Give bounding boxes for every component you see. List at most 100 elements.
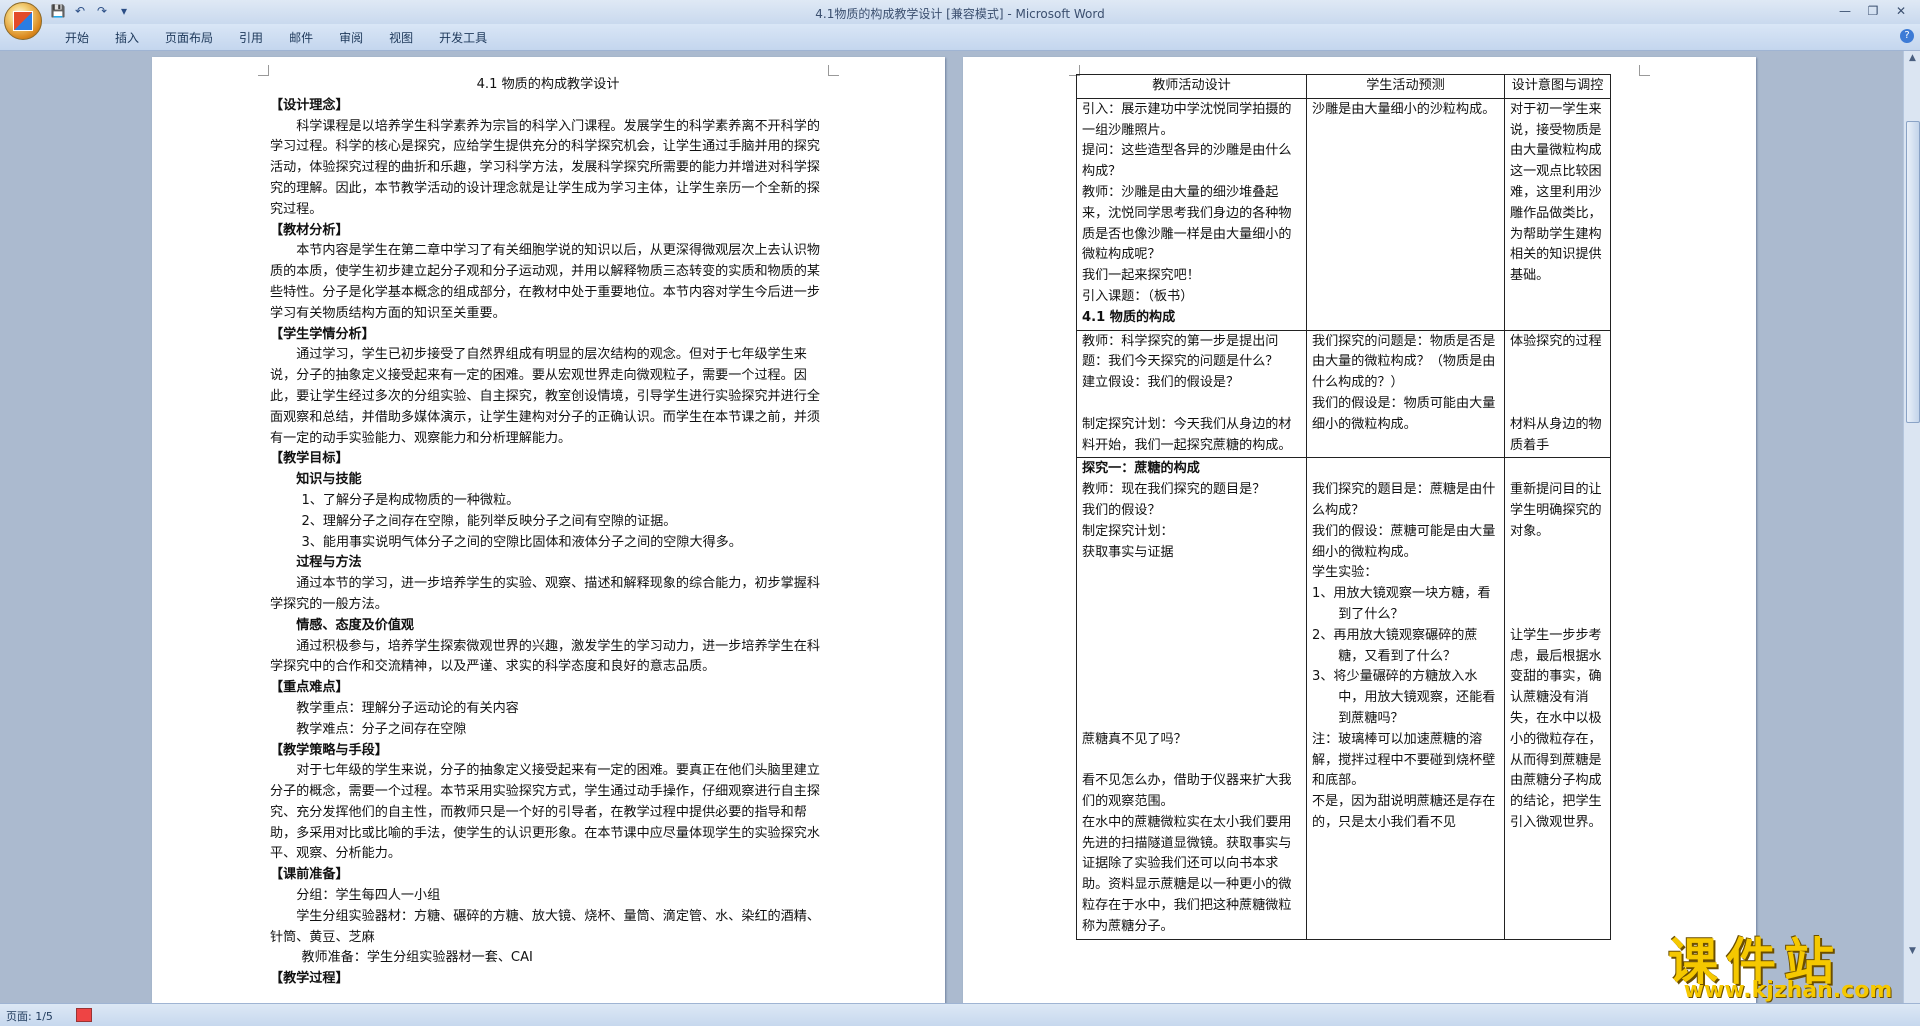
student-cell: 我们探究的题目是：蔗糖是由什么构成？ 我们的假设：蔗糖可能是由大量细小的微粒构成。… (1306, 457, 1505, 940)
cell-line: 我们的假设？ (1082, 502, 1161, 518)
page-1[interactable]: 4.1 物质的构成教学设计 【设计理念】 科学课程是以培养学生科学素养为宗旨的科学… (152, 57, 945, 1003)
cell-line: 蔗糖真不见了吗？ (1082, 731, 1187, 747)
proofing-icon[interactable] (76, 1008, 92, 1022)
cell-line: 我们探究的题目是：蔗糖是由什么构成？ (1312, 482, 1496, 518)
section-heading: 【课前准备】 (270, 867, 349, 883)
restore-icon[interactable]: ❐ (1860, 2, 1886, 20)
cell-line: 注：玻璃棒可以加速蔗糖的溶解，搅拌过程中不要碰到烧杯壁和底部。 (1312, 731, 1496, 789)
window-controls: — ❐ ✕ (1832, 2, 1914, 20)
cell-line (1082, 605, 1301, 626)
vertical-scrollbar[interactable]: ▲ ▼ (1903, 51, 1920, 1003)
lesson-plan-table: 教师活动设计 学生活动预测 设计意图与调控 引入：展示建功中学沈悦同学拍摄的一组… (1076, 74, 1611, 940)
margin-mark-tl (258, 65, 269, 76)
cell-line (1082, 709, 1301, 730)
column-header: 设计意图与调控 (1504, 74, 1611, 99)
ribbon-tab[interactable]: 开发工具 (426, 29, 500, 47)
ribbon-tab[interactable]: 插入 (102, 29, 152, 47)
office-logo-icon (13, 11, 33, 31)
ribbon-tab[interactable]: 页面布局 (152, 29, 226, 47)
cell-line: 提问：这些造型各异的沙雕是由什么构成？ (1082, 143, 1292, 180)
page-1-body: 4.1 物质的构成教学设计 【设计理念】 科学课程是以培养学生科学素养为宗旨的科学… (270, 75, 826, 990)
cell-line: 重新提问目的让学生明确探究的对象。 (1510, 482, 1602, 539)
paragraph: 教学难点：分子之间存在空隙 (296, 721, 467, 737)
cell-line: 制定探究计划：今天我们从身边的材料开始，我们一起探究蔗糖的构成。 (1082, 416, 1292, 453)
cell-line (1510, 605, 1605, 626)
ribbon-tab-list: 开始 插入 页面布局 引用 邮件 审阅 视图 开发工具 (52, 29, 500, 47)
window-title: 4.1物质的构成教学设计 [兼容模式] - Microsoft Word (815, 7, 1105, 21)
paragraph: 对于七年级的学生来说，分子的抽象定义接受起来有一定的困难。要真正在他们头脑里建立… (270, 763, 820, 862)
cell-line: 建立假设：我们的假设是？ (1082, 375, 1240, 391)
cell-line (1082, 688, 1301, 709)
cell-line: 体验探究的过程 (1510, 333, 1602, 349)
close-icon[interactable]: ✕ (1888, 2, 1914, 20)
ribbon-tab[interactable]: 审阅 (326, 29, 376, 47)
scroll-thumb[interactable] (1906, 121, 1920, 423)
paragraph: 2、理解分子之间存在空隙，能列举反映分子之间有空隙的证据。 (301, 513, 677, 529)
cell-line: 我们的假设：蔗糖可能是由大量细小的微粒构成。 (1312, 523, 1496, 560)
cell-line (1082, 394, 1301, 415)
teacher-cell: 引入：展示建功中学沈悦同学拍摄的一组沙雕照片。 提问：这些造型各异的沙雕是由什么构… (1076, 97, 1307, 331)
cell-line: 我们一起来探究吧！ (1082, 268, 1200, 284)
document-area[interactable]: 4.1 物质的构成教学设计 【设计理念】 科学课程是以培养学生科学素养为宗旨的科学… (0, 51, 1903, 1003)
page-indicator[interactable]: 页面: 1/5 (6, 1008, 53, 1024)
cell-line: 探究一：蔗糖的构成 (1082, 461, 1200, 477)
cell-line: 引入课题：（板书） (1082, 288, 1194, 304)
page-1-paragraphs: 【设计理念】 科学课程是以培养学生科学素养为宗旨的科学入门课程。发展学生的科学素养… (270, 96, 826, 990)
minimize-icon[interactable]: — (1832, 2, 1858, 20)
scroll-up-icon[interactable]: ▲ (1907, 53, 1918, 64)
margin-mark-tr (1639, 65, 1650, 76)
paragraph: 知识与技能 (296, 472, 362, 488)
teacher-cell: 探究一：蔗糖的构成教师：现在我们探究的题目是？ 我们的假设？ 制定探究计划： 获取事实… (1076, 457, 1307, 940)
cell-line: 1、用放大镜观察一块方糖，看到了什么？ (1312, 586, 1491, 622)
cell-line: 让学生一步步考虑，最后根据水变甜的事实，确认蔗糖没有消失，在水中以极小的微粒存在… (1510, 627, 1602, 830)
ribbon-tab[interactable]: 视图 (376, 29, 426, 47)
cell-line: 学生实验： (1312, 565, 1378, 581)
paragraph: 教师准备：学生分组实验器材一套、CAI (301, 950, 533, 966)
table-row: 教师：科学探究的第一步是提出问题：我们今天探究的问题是什么？ 建立假设：我们的假设… (1076, 329, 1611, 459)
column-header: 教师活动设计 (1076, 74, 1307, 99)
column-header: 学生活动预测 (1306, 74, 1505, 99)
paragraph: 科学课程是以培养学生科学素养为宗旨的科学入门课程。发展学生的科学素养离不开科学的… (270, 118, 820, 217)
cell-line: 制定探究计划： (1082, 523, 1174, 539)
cell-line (1082, 667, 1301, 688)
cell-line: 对于初一学生来说，接受物质是由大量微粒构成这一观点比较困难，这里利用沙雕作品做类… (1510, 101, 1602, 284)
section-heading: 【教学目标】 (270, 451, 349, 467)
document-title: 4.1 物质的构成教学设计 (476, 77, 620, 92)
title-bar: 💾 ↶ ↷ ▾ 4.1物质的构成教学设计 [兼容模式] - Microsoft … (0, 0, 1920, 24)
paragraph: 过程与方法 (296, 555, 362, 571)
student-cell: 我们探究的问题是：物质是否是由大量的微粒构成？（物质是由什么构成的？） 我们的假设… (1306, 329, 1505, 459)
help-icon[interactable]: ? (1900, 29, 1914, 43)
cell-line: 3、将少量碾碎的方糖放入水中，用放大镜观察，还能看到蔗糖吗？ (1312, 669, 1496, 726)
ribbon-tab[interactable]: 引用 (226, 29, 276, 47)
cell-line: 教师：现在我们探究的题目是？ (1082, 482, 1266, 498)
cell-line: 看不见怎么办，借助于仪器来扩大我们的观察范围。 (1082, 773, 1292, 810)
section-heading: 【重点难点】 (270, 680, 349, 696)
cell-line (1510, 352, 1605, 373)
cell-line: 在水中的蔗糖微粒实在太小我们要用先进的扫描隧道显微镜。获取事实与证据除了实验我们… (1082, 814, 1292, 934)
table-row: 引入：展示建功中学沈悦同学拍摄的一组沙雕照片。 提问：这些造型各异的沙雕是由什么构… (1076, 97, 1611, 331)
paragraph: 本节内容是学生在第二章中学习了有关细胞学说的知识以后，从更深得微观层次上去认识物… (270, 243, 820, 321)
page-2[interactable]: 教师活动设计 学生活动预测 设计意图与调控 引入：展示建功中学沈悦同学拍摄的一组… (963, 57, 1756, 1003)
scroll-down-icon[interactable]: ▼ (1907, 946, 1918, 957)
cell-line (1082, 626, 1301, 647)
site-watermark: 课件站 www.kjzhan.com (1668, 922, 1908, 1003)
intent-cell: 对于初一学生来说，接受物质是由大量微粒构成这一观点比较困难，这里利用沙雕作品做类… (1504, 97, 1611, 331)
section-heading: 【学生学情分析】 (270, 326, 375, 342)
cell-line (1510, 563, 1605, 584)
ribbon-tab[interactable]: 邮件 (276, 29, 326, 47)
paragraph: 通过积极参与，培养学生探索微观世界的兴趣，激发学生的学习动力，进一步培养学生在科… (270, 638, 820, 675)
cell-line: 引入：展示建功中学沈悦同学拍摄的一组沙雕照片。 (1082, 101, 1292, 138)
intent-cell: 重新提问目的让学生明确探究的对象。让学生一步步考虑，最后根据水变甜的事实，确认蔗… (1504, 457, 1611, 940)
paragraph: 分组：学生每四人一小组 (296, 888, 441, 904)
cell-line (1082, 584, 1301, 605)
office-button[interactable] (4, 2, 42, 40)
cell-line (1510, 459, 1605, 480)
cell-line (1510, 584, 1605, 605)
watermark-url: www.kjzhan.com (1683, 978, 1893, 1003)
cell-line: 获取事实与证据 (1082, 544, 1174, 560)
ribbon-tab[interactable]: 开始 (52, 29, 102, 47)
cell-line: 沙雕是由大量细小的沙粒构成。 (1312, 101, 1496, 117)
cell-line (1312, 459, 1499, 480)
cell-line: 教师：科学探究的第一步是提出问题：我们今天探究的问题是什么？ (1082, 333, 1279, 370)
status-bar: 页面: 1/5 (0, 1003, 1920, 1026)
